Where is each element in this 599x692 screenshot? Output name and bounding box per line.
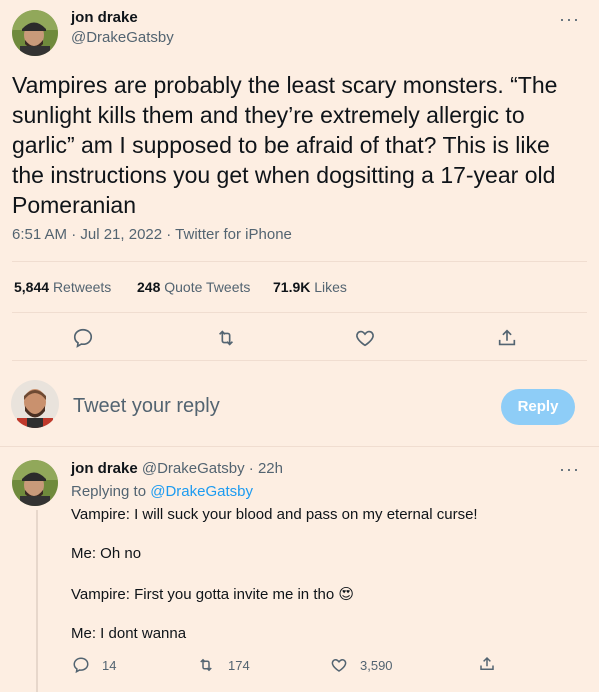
quote-label: Quote Tweets <box>164 279 251 295</box>
quote-count: 248 <box>137 279 161 295</box>
reply-button[interactable]: Reply <box>501 389 575 425</box>
author-handle[interactable]: @DrakeGatsby <box>71 29 174 46</box>
more-options-icon[interactable]: ··· <box>559 10 580 28</box>
likes-stat[interactable]: 71.9K Likes <box>273 279 347 295</box>
share-icon[interactable] <box>496 327 518 349</box>
replying-to: Replying to @DrakeGatsby <box>71 483 253 500</box>
divider <box>12 312 587 313</box>
reply-line-3: Vampire: First you gotta invite me in th… <box>71 585 354 603</box>
reply-tweet-reply-icon[interactable] <box>72 656 90 674</box>
reply-tweet-retweet-icon[interactable] <box>197 656 215 674</box>
reply-line-4: Me: I dont wanna <box>71 625 187 642</box>
reply-author-avatar[interactable] <box>12 460 58 506</box>
tweet-timestamp[interactable]: 6:51 AM · Jul 21, 2022 · Twitter for iPh… <box>12 226 292 243</box>
likes-label: Likes <box>314 279 347 295</box>
reply-tweet-like-icon[interactable] <box>330 656 348 674</box>
retweets-label: Retweets <box>52 279 112 295</box>
thread-line <box>36 510 38 692</box>
reply-icon[interactable] <box>72 327 94 349</box>
retweets-count: 5,844 <box>14 279 50 295</box>
likes-count: 71.9K <box>273 279 311 295</box>
tweet-text: Vampires are probably the least scary mo… <box>12 72 558 218</box>
reply-tweet-like-count[interactable]: 3,590 <box>360 658 393 673</box>
reply-header: jon drake @DrakeGatsby · 22h <box>71 460 283 477</box>
reply-tweet-share-icon[interactable] <box>478 655 496 673</box>
divider <box>0 446 599 447</box>
reply-line-1: Vampire: I will suck your blood and pass… <box>71 506 478 523</box>
reply-author-name[interactable]: jon drake <box>71 460 138 477</box>
heart-eyes-emoji: 😍 <box>338 586 354 603</box>
quote-tweets-stat[interactable]: 248 Quote Tweets <box>137 279 250 295</box>
replying-to-label: Replying to <box>71 483 147 500</box>
retweets-stat[interactable]: 5,844 Retweets <box>14 279 111 295</box>
reply-line-2: Me: Oh no <box>71 545 142 562</box>
reply-tweet-reply-count[interactable]: 14 <box>102 658 116 673</box>
reply-more-options-icon[interactable]: ··· <box>559 460 580 478</box>
retweet-icon[interactable] <box>215 327 237 349</box>
author-avatar[interactable] <box>12 10 58 56</box>
reply-author-handle-time[interactable]: @DrakeGatsby · 22h <box>142 460 283 477</box>
author-name[interactable]: jon drake <box>71 9 138 26</box>
current-user-avatar[interactable] <box>11 380 59 428</box>
divider <box>12 261 587 262</box>
replying-to-handle[interactable]: @DrakeGatsby <box>150 483 253 500</box>
reply-input[interactable]: Tweet your reply <box>73 395 220 418</box>
like-icon[interactable] <box>354 327 376 349</box>
divider <box>12 360 587 361</box>
reply-tweet-retweet-count[interactable]: 174 <box>228 658 250 673</box>
reply-line-3-text: Vampire: First you gotta invite me in th… <box>71 586 335 603</box>
